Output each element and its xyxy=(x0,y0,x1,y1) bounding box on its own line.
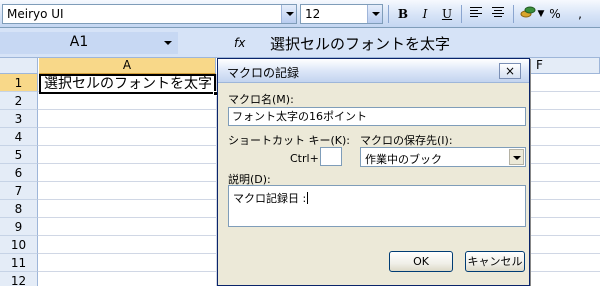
italic-button[interactable]: I xyxy=(415,4,435,24)
currency-button[interactable] xyxy=(518,4,538,24)
formula-input[interactable]: 選択セルのフォントを太字 xyxy=(270,33,450,54)
cell-a1[interactable]: 選択セルのフォントを太字 xyxy=(39,74,216,94)
ok-button[interactable]: OK xyxy=(389,251,453,272)
close-button[interactable]: × xyxy=(499,63,521,79)
dialog-titlebar[interactable]: マクロの記録 × xyxy=(218,59,529,83)
ctrl-prefix-label: Ctrl+ xyxy=(290,152,319,165)
toolbar-separator xyxy=(388,5,389,23)
row-header-9[interactable]: 9 xyxy=(0,218,38,236)
shortcut-key-label: ショートカット キー(K): xyxy=(228,134,350,147)
cancel-button[interactable]: キャンセル xyxy=(465,251,525,272)
chevron-down-icon[interactable] xyxy=(164,41,172,45)
row-header-6[interactable]: 6 xyxy=(0,164,38,182)
font-name-select[interactable]: Meiryo UI xyxy=(2,4,297,24)
row-header-2[interactable]: 2 xyxy=(0,92,38,110)
macro-name-label: マクロ名(M): xyxy=(228,93,294,106)
align-center-icon xyxy=(492,7,504,17)
formatting-toolbar: Meiryo UI 12 B I U ▼ % , xyxy=(0,0,600,28)
percent-button[interactable]: % xyxy=(545,4,565,24)
align-center-button[interactable] xyxy=(488,4,508,24)
row-header-12[interactable]: 12 xyxy=(0,272,38,286)
row-header-8[interactable]: 8 xyxy=(0,200,38,218)
underline-button[interactable]: U xyxy=(437,4,457,24)
shortcut-key-input[interactable] xyxy=(320,147,342,166)
store-macro-in-select[interactable]: 作業中のブック xyxy=(360,147,526,167)
row-header-11[interactable]: 11 xyxy=(0,254,38,272)
row-header-1[interactable]: 1 xyxy=(0,74,38,92)
insert-function-button[interactable]: fx xyxy=(234,36,245,50)
text-caret xyxy=(307,192,309,204)
row-header-3[interactable]: 3 xyxy=(0,110,38,128)
row-header-10[interactable]: 10 xyxy=(0,236,38,254)
align-left-icon xyxy=(470,7,482,17)
currency-icon xyxy=(520,6,536,18)
font-name-value: Meiryo UI xyxy=(7,7,64,21)
comma-button[interactable]: , xyxy=(570,4,590,24)
name-box-value: A1 xyxy=(69,34,89,50)
bold-button[interactable]: B xyxy=(393,4,413,24)
macro-name-input[interactable]: フォント太字の16ポイント xyxy=(228,107,526,126)
description-value: マクロ記録日 : xyxy=(233,192,307,205)
column-header-a[interactable]: A xyxy=(39,58,216,74)
chevron-down-icon[interactable] xyxy=(367,5,382,23)
row-header-5[interactable]: 5 xyxy=(0,146,38,164)
store-macro-in-value: 作業中のブック xyxy=(365,153,442,166)
font-size-select[interactable]: 12 xyxy=(300,4,383,24)
align-left-button[interactable] xyxy=(466,4,486,24)
toolbar-separator xyxy=(513,5,514,23)
chevron-down-icon[interactable] xyxy=(281,5,296,23)
row-header-4[interactable]: 4 xyxy=(0,128,38,146)
formula-bar: A1 fx 選択セルのフォントを太字 xyxy=(0,28,600,58)
select-all-corner[interactable] xyxy=(0,58,38,74)
chevron-down-icon[interactable] xyxy=(509,149,524,165)
record-macro-dialog: マクロの記録 × マクロ名(M): フォント太字の16ポイント ショートカット … xyxy=(217,58,530,286)
name-box[interactable]: A1 xyxy=(0,32,178,54)
toolbar-separator xyxy=(461,5,462,23)
store-macro-in-label: マクロの保存先(I): xyxy=(360,134,453,147)
row-header-7[interactable]: 7 xyxy=(0,182,38,200)
dialog-title: マクロの記録 xyxy=(227,66,300,80)
column-header-f[interactable]: F xyxy=(530,58,600,74)
font-size-value: 12 xyxy=(305,7,321,21)
description-textarea[interactable]: マクロ記録日 : xyxy=(228,185,526,227)
